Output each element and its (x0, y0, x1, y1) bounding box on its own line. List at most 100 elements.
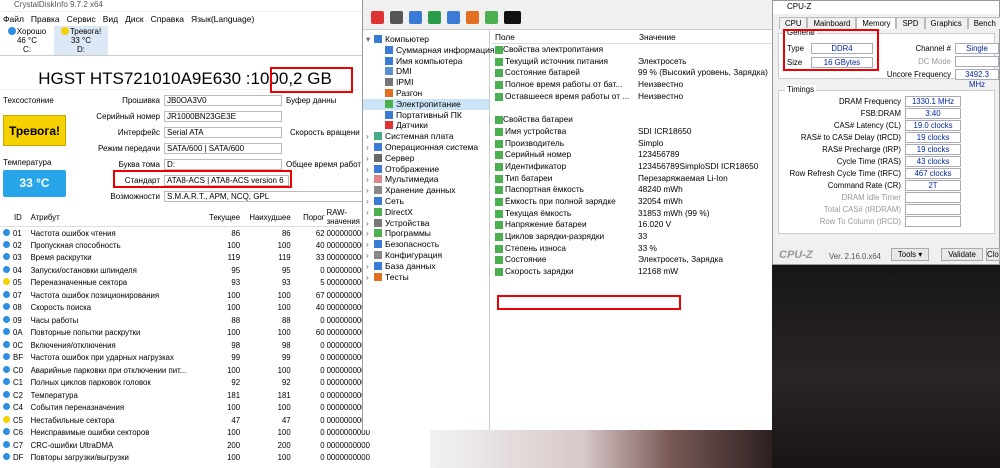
table-row[interactable]: DF Повторы загрузки/выгрузки 100 100 0 000000… (0, 452, 370, 465)
property-row[interactable]: Имя устройства SDI ICR18650 (491, 126, 773, 138)
expand-arrow-icon[interactable]: ▾ (366, 34, 374, 45)
expand-arrow-icon[interactable]: › (366, 185, 374, 196)
disk-d-button[interactable]: Тревога! 33 °C D: (54, 26, 108, 55)
expand-arrow-icon[interactable]: › (366, 250, 374, 261)
section-header[interactable]: Свойства батареи (491, 114, 773, 126)
tree-item[interactable]: › Системная плата (363, 131, 489, 142)
table-row[interactable]: 04 Запуски/остановки шпинделя 95 95 0 0000000… (0, 264, 370, 277)
menu-item[interactable]: Правка (31, 14, 60, 24)
table-row[interactable]: 03 Время раскрутки 119 119 33 0000000000 (0, 252, 370, 265)
section-header[interactable]: Свойства электропитания (491, 44, 773, 56)
table-row[interactable]: 01 Частота ошибок чтения 86 86 62 0000000000 (0, 227, 370, 240)
property-row[interactable]: Оставшееся время работы от ... Неизвестно (491, 91, 773, 103)
tree-item[interactable]: › Мультимедиа (363, 174, 489, 185)
tree-item[interactable]: › Безопасность (363, 239, 489, 250)
table-row[interactable]: 09 Часы работы 88 88 0 0000000000 (0, 314, 370, 327)
table-row[interactable]: 05 Переназначенные сектора 93 93 5 0000000000 (0, 277, 370, 290)
table-row[interactable]: 02 Пропускная способность 100 100 40 00000000… (0, 239, 370, 252)
motherboard-icon[interactable] (428, 11, 441, 24)
tree-item[interactable]: IPMI (363, 77, 489, 88)
tree-item[interactable]: › Сеть (363, 196, 489, 207)
column-header[interactable]: Атрибут (30, 208, 194, 227)
tree-item[interactable]: Портативный ПК (363, 110, 489, 121)
table-row[interactable]: 08 Скорость поиска 100 100 40 0000000000 (0, 302, 370, 315)
expand-arrow-icon[interactable]: › (366, 153, 374, 164)
tab-memory[interactable]: Memory (856, 17, 897, 29)
tree-item[interactable]: DMI (363, 66, 489, 77)
tree-item[interactable]: › DirectX (363, 207, 489, 218)
column-header[interactable]: Наихудшее (242, 208, 293, 227)
expand-arrow-icon[interactable]: › (366, 131, 374, 142)
property-row[interactable]: Скорость зарядки 12168 mW (491, 266, 773, 278)
table-row[interactable]: 07 Частота ошибок позиционирования 100 100 6… (0, 289, 370, 302)
table-row[interactable]: BF Частота ошибок при ударных нагрузках 99… (0, 352, 370, 365)
tree-item[interactable]: ▾ Компьютер (363, 34, 489, 45)
property-row[interactable]: Степень износа 33 % (491, 243, 773, 255)
tree-item[interactable]: Датчики (363, 120, 489, 131)
osd-icon[interactable] (504, 11, 521, 24)
tree-item[interactable]: › Программы (363, 228, 489, 239)
property-row[interactable]: Паспортная ёмкость 48240 mWh (491, 184, 773, 196)
tree-item[interactable]: › Отображение (363, 164, 489, 175)
column-header[interactable]: Порог (292, 208, 327, 227)
tree-item[interactable]: Имя компьютера (363, 56, 489, 67)
column-header[interactable]: Текущее (193, 208, 243, 227)
validate-button[interactable]: Validate (941, 248, 983, 261)
property-row[interactable]: Тип батареи Перезаряжаемая Li-Ion (491, 173, 773, 185)
expand-arrow-icon[interactable]: › (366, 207, 374, 218)
property-row[interactable]: Серийный номер 123456789 (491, 149, 773, 161)
property-row[interactable]: Циклов зарядки-разрядки 33 (491, 231, 773, 243)
table-row[interactable]: C7 CRC-ошибки UltraDMA 200 200 0 0000000000 (0, 439, 370, 452)
expand-arrow-icon[interactable]: › (366, 228, 374, 239)
menu-item[interactable]: Справка (151, 14, 184, 24)
expand-arrow-icon[interactable]: › (366, 261, 374, 272)
tree-item[interactable]: › Устройства (363, 218, 489, 229)
disk-c-button[interactable]: Хорошо 46 °C C: (0, 26, 54, 55)
property-row[interactable]: Состояние Электросеть, Зарядка (491, 254, 773, 266)
network-icon[interactable] (447, 11, 460, 24)
tree-item[interactable]: Разгон (363, 88, 489, 99)
expand-arrow-icon[interactable]: › (366, 196, 374, 207)
property-row[interactable]: Напряжение батареи 16.020 V (491, 219, 773, 231)
tree-item[interactable]: › Хранение данных (363, 185, 489, 196)
tab-spd[interactable]: SPD (896, 17, 925, 29)
property-row[interactable]: Текущая ёмкость 31853 mWh (99 %) (491, 208, 773, 220)
property-row[interactable]: Текущий источник питания Электросеть (491, 56, 773, 68)
column-value[interactable]: Значение (639, 32, 676, 42)
tree-item[interactable]: › База данных (363, 261, 489, 272)
expand-arrow-icon[interactable]: › (366, 218, 374, 229)
property-row[interactable] (491, 102, 773, 114)
menu-item[interactable]: Диск (125, 14, 143, 24)
table-row[interactable]: 0A Повторные попытки раскрутки 100 100 60 000… (0, 327, 370, 340)
table-row[interactable]: C6 Неисправимые ошибки секторов 100 100 0 000… (0, 427, 370, 440)
property-row[interactable]: Производитель Simplo (491, 138, 773, 150)
menu-item[interactable]: Файл (3, 14, 24, 24)
computer-icon[interactable] (409, 11, 422, 24)
tree-item[interactable]: › Операционная система (363, 142, 489, 153)
expand-arrow-icon[interactable]: › (366, 272, 374, 283)
expand-arrow-icon[interactable]: › (366, 174, 374, 185)
table-row[interactable]: C1 Полных циклов парковок головок 92 92 0 000… (0, 377, 370, 390)
table-row[interactable]: C2 Температура 181 181 0 0000000000 (0, 389, 370, 402)
health-status-badge[interactable]: Тревога! (3, 115, 66, 146)
tools-button[interactable]: Tools ▾ (891, 248, 929, 261)
expand-arrow-icon[interactable]: › (366, 164, 374, 175)
tab-bench[interactable]: Bench (967, 17, 1000, 29)
close-button[interactable]: Close (986, 248, 1000, 261)
report-icon[interactable] (390, 11, 403, 24)
menu-item[interactable]: Язык(Language) (191, 14, 254, 24)
property-row[interactable]: Состояние батарей 99 % (Высокий уровень, … (491, 67, 773, 79)
benchmark-icon[interactable] (466, 11, 479, 24)
column-field[interactable]: Поле (495, 32, 515, 42)
property-row[interactable]: Ёмкость при полной зарядке 32054 mWh (491, 196, 773, 208)
tree-item[interactable]: Электропитание (363, 98, 489, 110)
expand-arrow-icon[interactable]: › (366, 142, 374, 153)
tab-graphics[interactable]: Graphics (924, 17, 968, 29)
tree-item[interactable]: › Конфигурация (363, 250, 489, 261)
menu-item[interactable]: Вид (103, 14, 118, 24)
property-row[interactable]: Полное время работы от бат... Неизвестно (491, 79, 773, 91)
menu-item[interactable]: Сервис (67, 14, 96, 24)
table-row[interactable]: C5 Нестабильные сектора 47 47 0 0000000000 (0, 414, 370, 427)
table-row[interactable]: C0 Аварийные парковки при отключении пит.… (0, 364, 370, 377)
tree-item[interactable]: Суммарная информация (363, 45, 495, 56)
